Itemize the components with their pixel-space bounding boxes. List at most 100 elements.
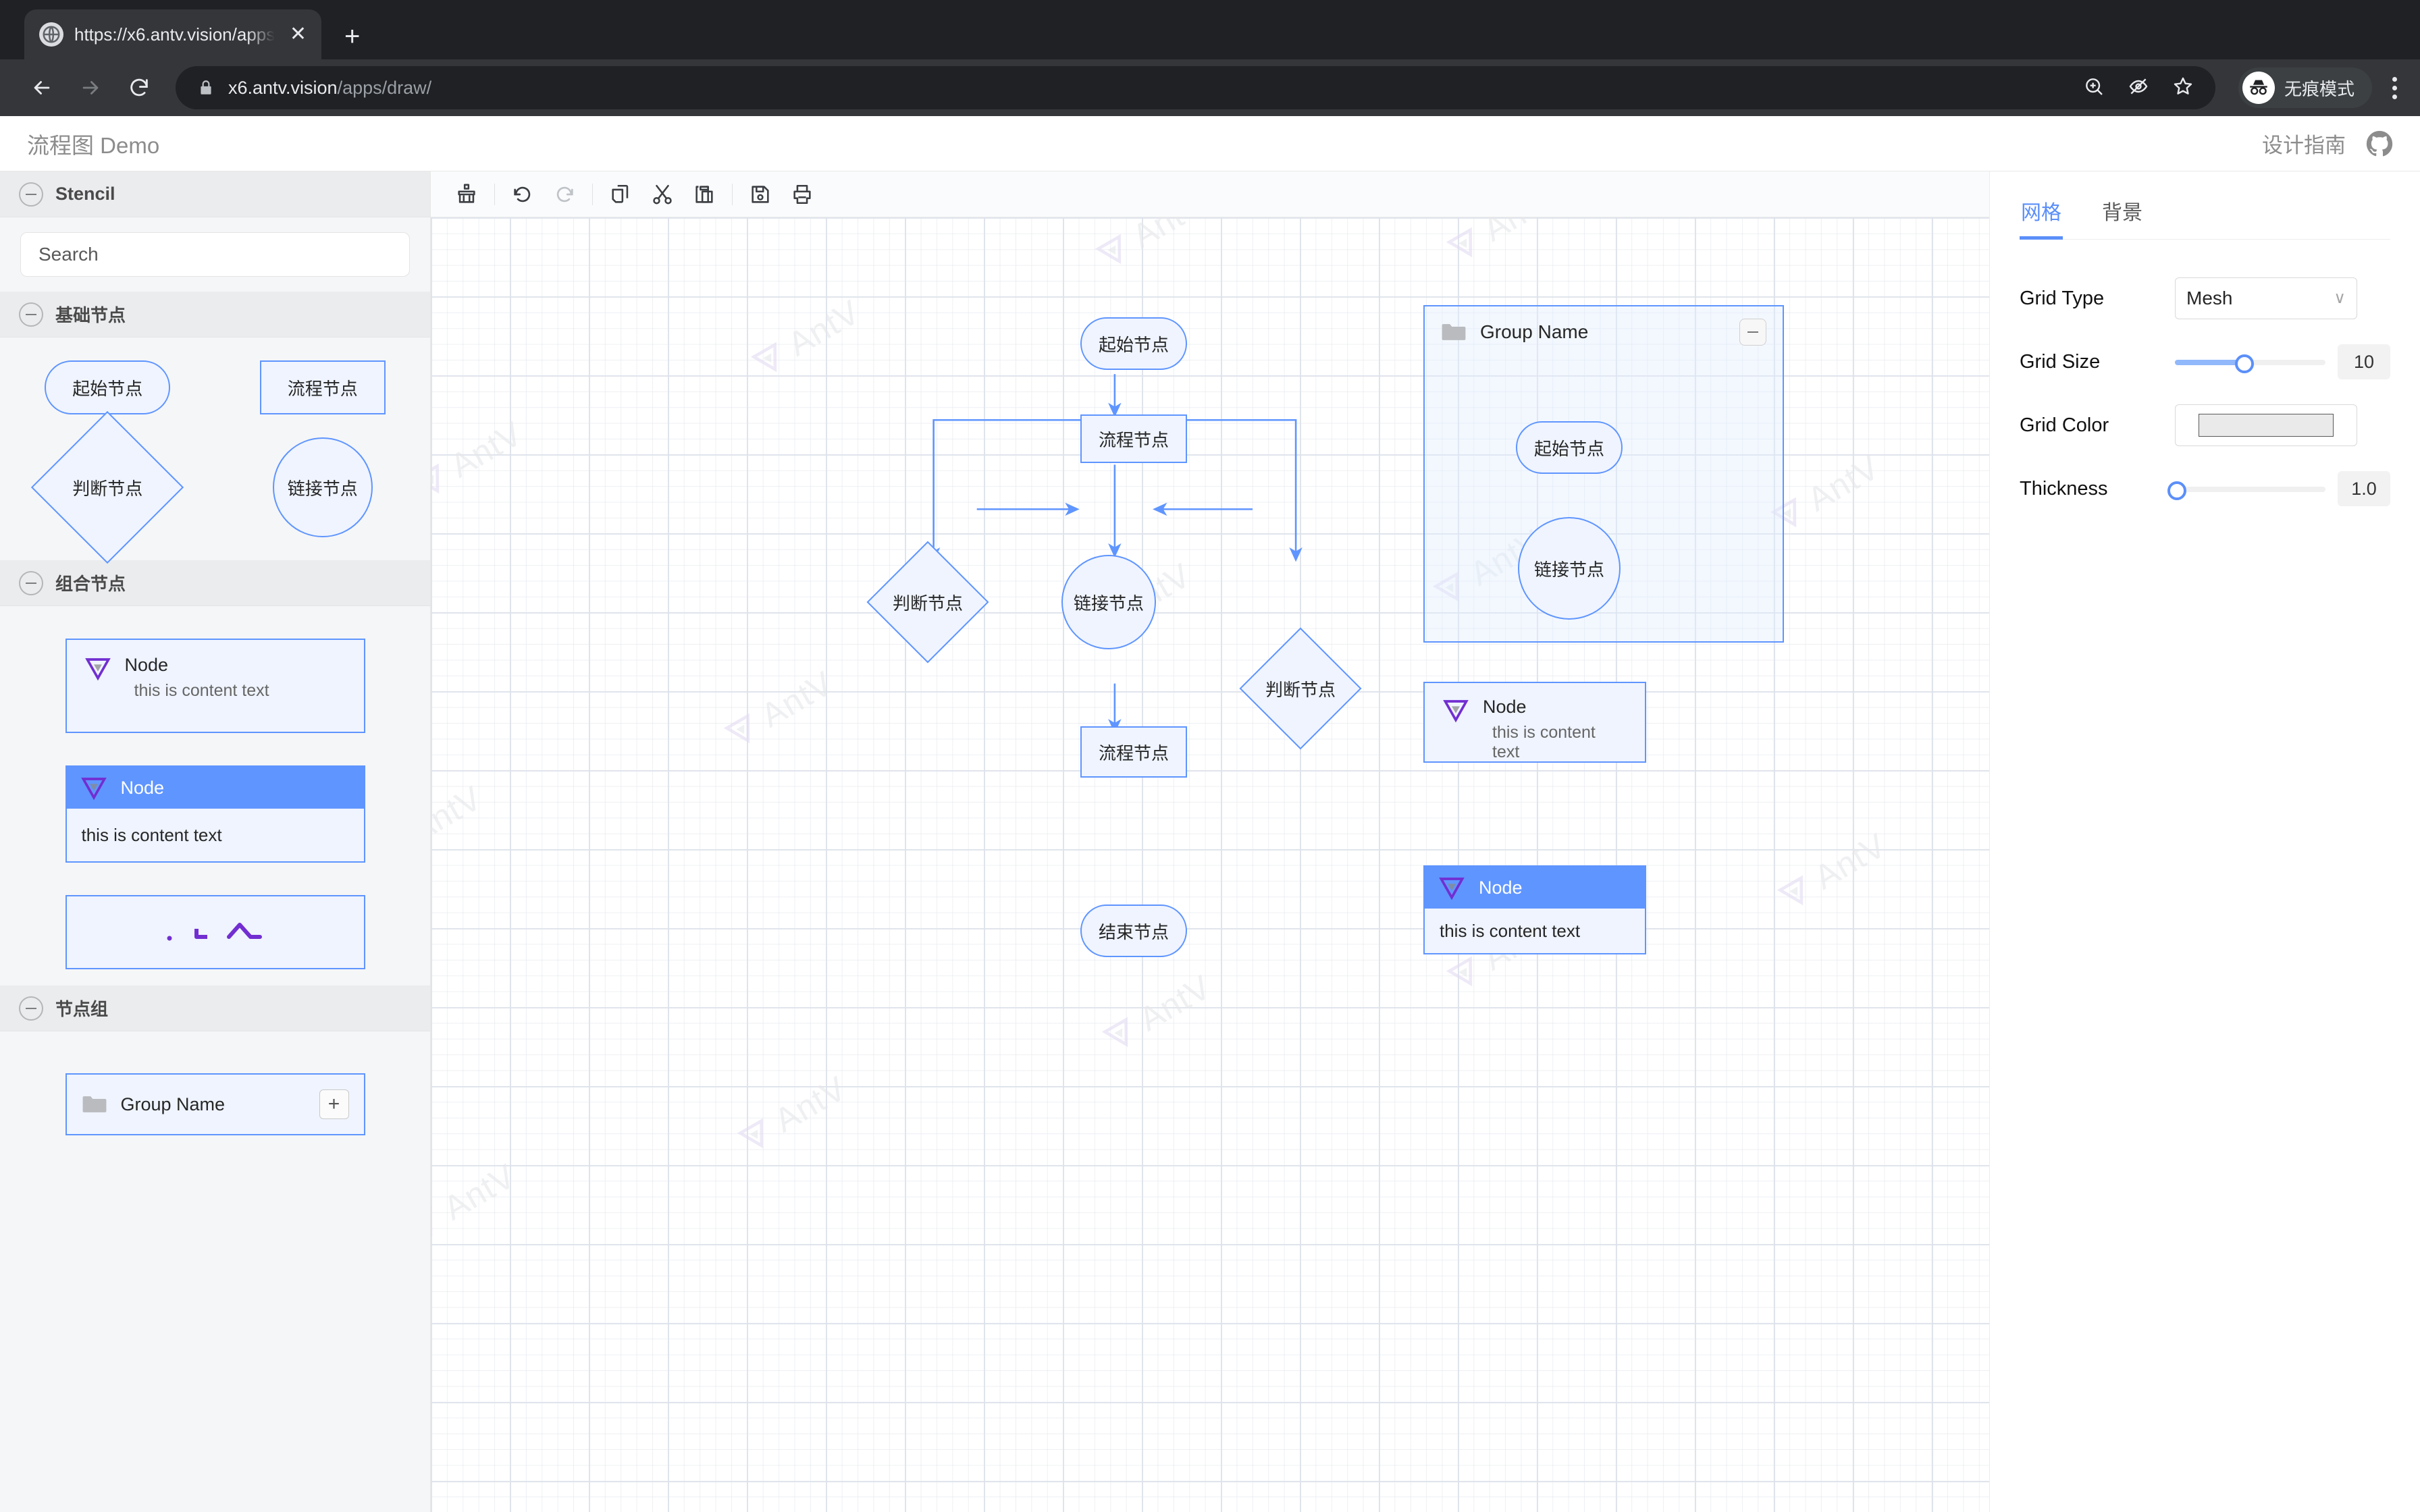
canvas-card-header[interactable]: Node this is content text	[1423, 865, 1646, 954]
tab-title: https://x6.antv.vision/apps/dra	[74, 24, 275, 45]
stencil-group-node[interactable]: Group Name +	[65, 1073, 365, 1135]
reload-button[interactable]	[115, 63, 163, 112]
stencil-cell: 链接节点	[215, 433, 431, 541]
stencil-search-wrap	[0, 217, 430, 292]
app-root: 流程图 Demo 设计指南 Stencil 基础节点	[0, 116, 2420, 1512]
browser-menu-button[interactable]	[2392, 76, 2397, 99]
grid-color-swatch	[2199, 414, 2334, 437]
github-icon[interactable]	[2366, 130, 2393, 157]
collapse-group-button[interactable]	[1739, 319, 1766, 346]
config-tabs: 网格 背景	[2020, 171, 2390, 240]
copy-icon[interactable]	[600, 173, 641, 215]
collapse-minus-icon[interactable]	[19, 996, 43, 1021]
antv-logo-icon	[750, 342, 777, 373]
canvas-group-child-link[interactable]: 链接节点	[1518, 517, 1621, 620]
card-title: Node	[1483, 697, 1527, 717]
save-icon[interactable]	[739, 173, 781, 215]
antv-logo-icon	[84, 655, 111, 682]
search-input[interactable]	[20, 232, 410, 277]
new-tab-button[interactable]: +	[344, 23, 360, 50]
thickness-value: 1.0	[2338, 471, 2390, 506]
stencil-header[interactable]: Stencil	[0, 171, 430, 217]
flow-canvas[interactable]: AntV AntV AntV AntV AntV AntV AntV AntV …	[431, 217, 1989, 1512]
redo-icon[interactable]	[544, 173, 585, 215]
collapse-minus-icon[interactable]	[19, 302, 43, 327]
browser-tab[interactable]: https://x6.antv.vision/apps/dra ✕	[24, 9, 321, 59]
url-text: x6.antv.vision/apps/draw/	[228, 78, 431, 99]
combo-texts: Node this is content text	[125, 655, 269, 717]
stencil-node-decision-label: 判断节点	[72, 478, 143, 499]
watermark-text: AntV	[444, 414, 529, 485]
grid-size-slider[interactable]	[2175, 354, 2325, 373]
stencil-row: 起始节点 流程节点	[0, 360, 430, 414]
stencil-combo-node-plain[interactable]: Node this is content text	[65, 639, 365, 733]
slider-knob[interactable]	[2167, 481, 2187, 500]
tab-grid[interactable]: 网格	[2020, 185, 2063, 240]
watermark: AntV	[431, 778, 488, 870]
watermark-text: AntV	[754, 664, 839, 735]
stencil-combo-node-glyphs[interactable]	[65, 895, 365, 969]
watermark: AntV	[733, 1069, 853, 1160]
collapse-minus-icon[interactable]	[19, 570, 43, 595]
combo-wrap: Node this is content text	[0, 622, 430, 749]
canvas-node-link-center[interactable]: 链接节点	[1061, 555, 1156, 649]
collapse-minus-icon[interactable]	[19, 182, 43, 207]
stencil-cell: 起始节点	[0, 360, 215, 414]
canvas-node-end[interactable]: 结束节点	[1080, 905, 1187, 957]
address-bar[interactable]: x6.antv.vision/apps/draw/	[176, 66, 2215, 109]
canvas-node-start[interactable]: 起始节点	[1080, 317, 1187, 370]
undo-icon[interactable]	[502, 173, 544, 215]
canvas-group-child-start[interactable]: 起始节点	[1516, 421, 1623, 474]
print-icon[interactable]	[781, 173, 823, 215]
grid-size-control: 10	[2175, 344, 2390, 379]
canvas-card-plain[interactable]: Node this is content text	[1423, 682, 1646, 763]
canvas-node-process-top[interactable]: 流程节点	[1080, 414, 1187, 463]
config-rows: Grid Type Mesh ∨ Grid Size 10 Grid Color…	[2020, 240, 2390, 520]
add-child-button[interactable]: +	[319, 1089, 349, 1119]
cut-icon[interactable]	[641, 173, 683, 215]
grid-color-control	[2175, 404, 2390, 446]
stencil-node-link[interactable]: 链接节点	[272, 437, 373, 537]
grid-color-picker[interactable]	[2175, 404, 2357, 446]
url-host: x6.antv.vision	[228, 77, 338, 98]
stencil-group-basic-header[interactable]: 基础节点	[0, 292, 430, 338]
canvas-node-decision-left[interactable]: 判断节点	[866, 541, 989, 664]
browser-navbar: x6.antv.vision/apps/draw/ 无痕模式	[0, 59, 2420, 116]
app-body: Stencil 基础节点 起始节点 流程节点	[0, 171, 2420, 1512]
stencil-node-start[interactable]: 起始节点	[45, 360, 171, 414]
watermark-text: AntV	[431, 778, 488, 850]
stencil-combo-node-header[interactable]: Node this is content text	[65, 765, 365, 863]
eye-off-icon[interactable]	[2128, 76, 2149, 101]
stencil-node-process[interactable]: 流程节点	[259, 360, 386, 414]
combo-body: this is content text	[67, 809, 364, 861]
grid-size-value: 10	[2338, 344, 2390, 379]
stencil-group-nodegroup-header[interactable]: 节点组	[0, 986, 430, 1031]
clear-icon[interactable]	[446, 173, 488, 215]
close-icon[interactable]: ✕	[286, 24, 307, 45]
stencil-header-label: Stencil	[55, 184, 115, 204]
zoom-icon[interactable]	[2083, 76, 2105, 101]
stencil-node-decision[interactable]: 判断节点	[31, 410, 184, 564]
forward-button[interactable]	[66, 63, 115, 112]
canvas-group[interactable]: Group Name 起始节点 链接节点	[1423, 305, 1784, 643]
slider-knob[interactable]	[2234, 354, 2254, 373]
bookmark-star-icon[interactable]	[2172, 76, 2194, 101]
grid-type-select[interactable]: Mesh ∨	[2175, 277, 2357, 319]
card-title: Node	[1479, 877, 1523, 898]
tab-background[interactable]: 背景	[2101, 185, 2144, 239]
canvas-node-process-bottom[interactable]: 流程节点	[1080, 726, 1187, 778]
stencil-group-combo-body: Node this is content text Node this is c…	[0, 606, 430, 986]
stencil-panel: Stencil 基础节点 起始节点 流程节点	[0, 171, 431, 1512]
page-title: 流程图 Demo	[27, 132, 160, 158]
incognito-indicator[interactable]: 无痕模式	[2238, 68, 2372, 108]
stencil-group-combo-header[interactable]: 组合节点	[0, 560, 430, 606]
paste-icon[interactable]	[683, 173, 725, 215]
design-guide-link[interactable]: 设计指南	[2262, 128, 2346, 159]
canvas-node-decision-right[interactable]: 判断节点	[1239, 627, 1362, 750]
app-header-actions: 设计指南	[2262, 128, 2393, 159]
antv-logo-icon	[1446, 956, 1473, 987]
back-button[interactable]	[18, 63, 66, 112]
sparkline-glyph-icon	[167, 923, 262, 941]
antv-logo-icon	[1777, 875, 1804, 906]
thickness-slider[interactable]	[2167, 481, 2325, 500]
